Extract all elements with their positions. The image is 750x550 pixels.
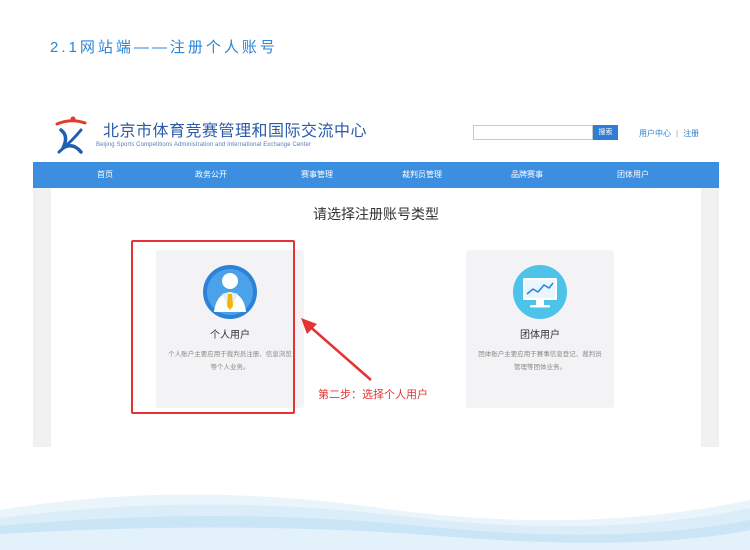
arrow-icon — [301, 318, 372, 381]
logo-icon — [55, 116, 87, 154]
step-annotation: 第二步：选择个人用户 — [318, 389, 428, 401]
header-link-separator: | — [676, 129, 679, 138]
main-nav: 首页 政务公开 赛事管理 裁判员管理 品牌赛事 团体用户 — [33, 162, 719, 188]
user-center-link[interactable]: 用户中心 — [639, 129, 671, 138]
logo-chinese-name: 北京市体育竞赛管理和国际交流中心 — [103, 123, 368, 140]
nav-item-brand-events[interactable]: 品牌赛事 — [511, 162, 543, 188]
site-header: 北京市体育竞赛管理和国际交流中心 Beijing Sports Competit… — [33, 104, 719, 162]
group-user-card[interactable]: 团体用户 团体账户主要应用于赛事信息登记、裁判员管理等团体业务。 — [466, 250, 614, 408]
search-input[interactable] — [473, 125, 593, 140]
nav-item-event-management[interactable]: 赛事管理 — [301, 162, 333, 188]
nav-item-home[interactable]: 首页 — [97, 162, 113, 188]
nav-item-group-users[interactable]: 团体用户 — [617, 162, 649, 188]
decorative-wave — [0, 494, 750, 550]
group-user-description: 团体账户主要应用于赛事信息登记、裁判员管理等团体业务。 — [478, 351, 602, 371]
header-links: 用户中心 | 注册 — [639, 128, 699, 139]
search-button[interactable]: 搜索 — [593, 125, 618, 140]
monitor-chart-icon — [513, 265, 567, 319]
highlight-box — [131, 240, 295, 414]
register-type-title: 请选择注册账号类型 — [313, 206, 439, 222]
logo-english-name: Beijing Sports Competitions Administrati… — [96, 142, 312, 148]
slide-title: 2.1网站端——注册个人账号 — [50, 39, 278, 56]
register-link[interactable]: 注册 — [683, 129, 699, 138]
group-user-title: 团体用户 — [520, 330, 560, 341]
nav-item-referee-management[interactable]: 裁判员管理 — [402, 162, 442, 188]
nav-item-government-affairs[interactable]: 政务公开 — [195, 162, 227, 188]
